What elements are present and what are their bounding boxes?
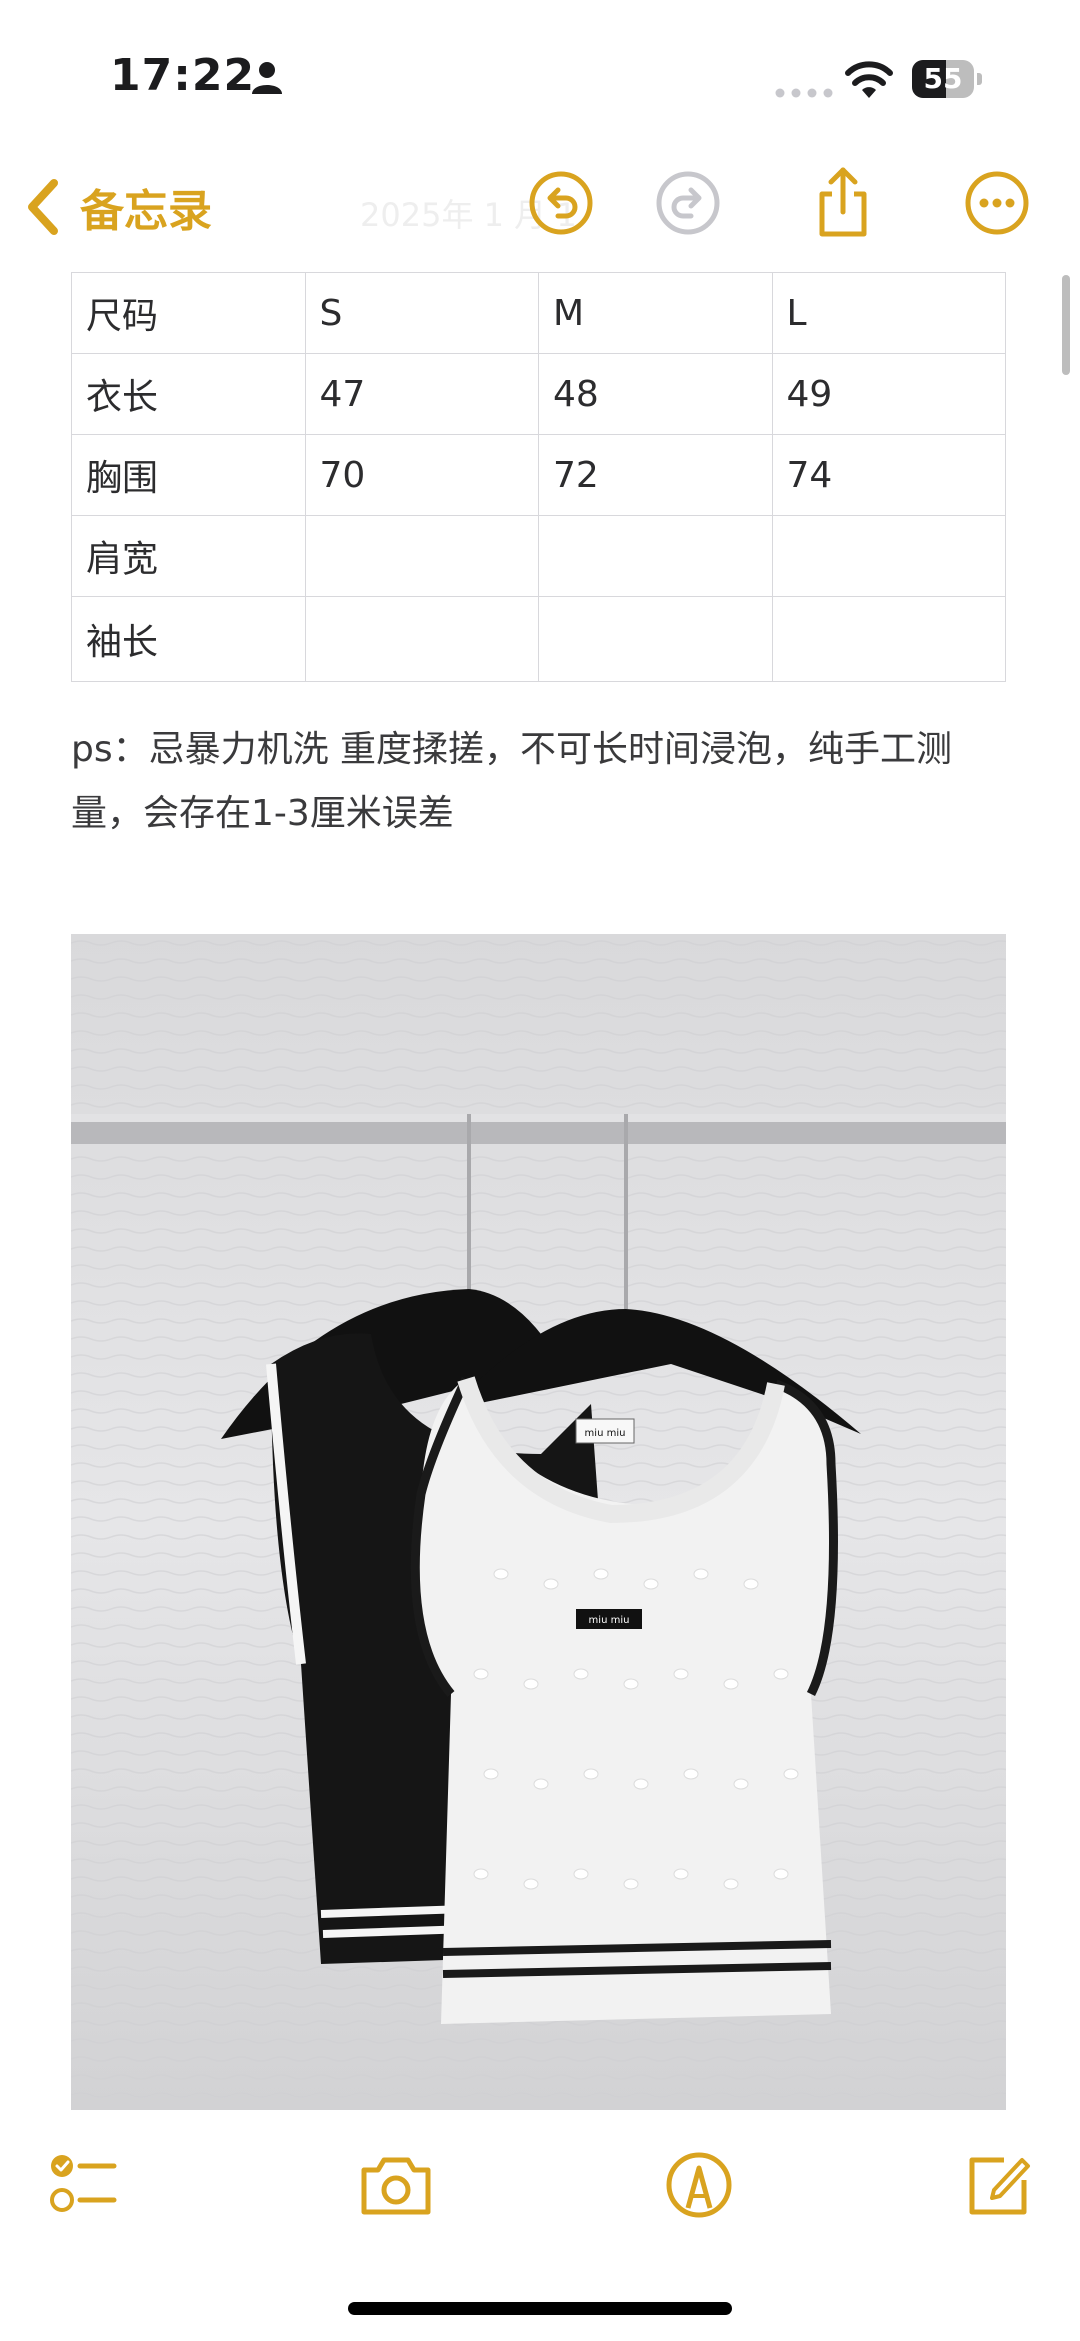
redo-icon[interactable]: [655, 170, 721, 236]
back-label: 备忘录: [80, 186, 212, 237]
table-cell[interactable]: 70: [304, 434, 539, 516]
markup-pen-icon[interactable]: [664, 2150, 734, 2220]
back-chevron-icon: [28, 179, 58, 235]
signal-dots-icon: [775, 88, 833, 98]
table-row-header[interactable]: 肩宽: [71, 515, 306, 597]
table-cell[interactable]: 48: [538, 353, 773, 435]
table-row: 肩宽: [71, 515, 1006, 597]
person-icon: [252, 62, 282, 94]
home-indicator[interactable]: [348, 2302, 732, 2315]
table-cell[interactable]: 72: [538, 434, 773, 516]
share-icon[interactable]: [810, 164, 876, 240]
nav-bar: 备忘录 2025年 1 月 1: [0, 150, 1080, 270]
table-row: 胸围 70 72 74: [71, 434, 1006, 516]
bottom-toolbar: [0, 2110, 1080, 2341]
wifi-icon: [845, 61, 893, 98]
table-row: 衣长 47 48 49: [71, 353, 1006, 435]
more-icon[interactable]: [964, 170, 1030, 236]
back-button[interactable]: 备忘录: [22, 172, 212, 242]
table-cell[interactable]: [771, 515, 1006, 597]
scroll-indicator[interactable]: [1062, 275, 1070, 375]
table-row: 尺码 S M L: [71, 272, 1006, 354]
table-cell[interactable]: 49: [771, 353, 1006, 435]
undo-icon[interactable]: [528, 170, 594, 236]
table-row-header[interactable]: 尺码: [71, 272, 306, 354]
size-table: 尺码 S M L 衣长 47 48 49 胸围 70 72 74 肩宽 袖长: [71, 272, 1006, 682]
checklist-icon[interactable]: [48, 2150, 118, 2220]
table-cell[interactable]: [538, 596, 773, 682]
status-time: 17:22: [110, 50, 256, 101]
photo-label-tag: miu miu: [585, 1428, 626, 1439]
table-cell[interactable]: [304, 515, 539, 597]
table-cell[interactable]: [304, 596, 539, 682]
photo-label-patch: miu miu: [589, 1615, 630, 1626]
table-cell[interactable]: 47: [304, 353, 539, 435]
table-row-header[interactable]: 胸围: [71, 434, 306, 516]
table-row-header[interactable]: 袖长: [71, 596, 306, 682]
compose-icon[interactable]: [964, 2150, 1034, 2220]
table-cell[interactable]: 74: [771, 434, 1006, 516]
note-text: ps：忌暴力机洗 重度揉搓，不可长时间浸泡，纯手工测量，会存在1-3厘米误差: [71, 729, 953, 834]
battery-icon: 55: [912, 60, 984, 98]
table-cell[interactable]: [538, 515, 773, 597]
table-row: 袖长: [71, 596, 1006, 682]
table-row-header[interactable]: 衣长: [71, 353, 306, 435]
table-cell[interactable]: M: [538, 272, 773, 354]
camera-icon[interactable]: [358, 2150, 434, 2220]
product-photo[interactable]: miu miu miu miu: [71, 934, 1006, 2110]
table-cell[interactable]: [771, 596, 1006, 682]
table-cell[interactable]: L: [771, 272, 1006, 354]
status-bar: 17:22 55: [0, 0, 1080, 150]
battery-level: 55: [923, 62, 963, 95]
table-cell[interactable]: S: [304, 272, 539, 354]
